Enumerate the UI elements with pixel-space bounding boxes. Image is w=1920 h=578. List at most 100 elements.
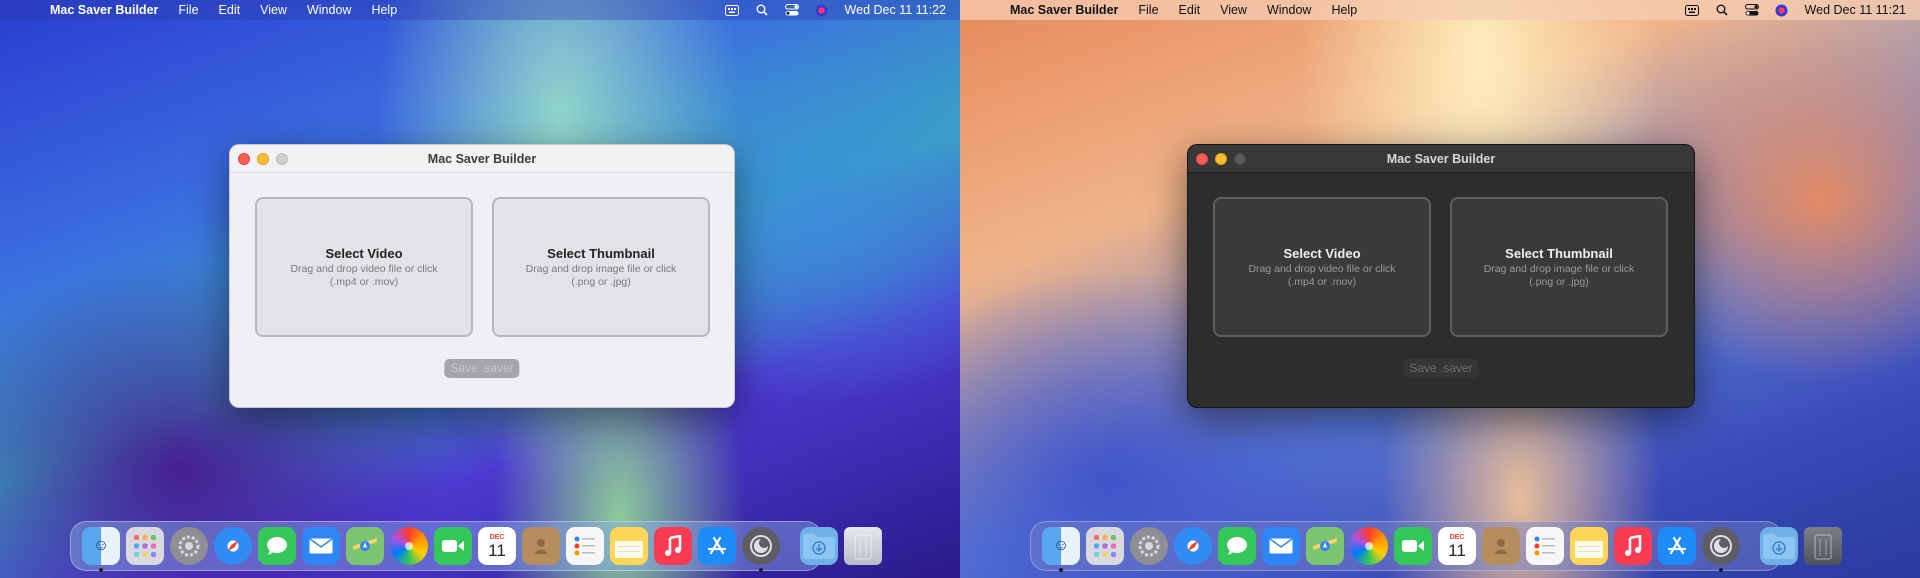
- dock: ☺ DEC 11: [1030, 521, 1842, 572]
- desktop-light: Mac Saver Builder File Edit View Window …: [0, 0, 960, 578]
- music-icon[interactable]: [654, 527, 692, 565]
- window-content: Select Video Drag and drop video file or…: [230, 173, 734, 407]
- menu-edit[interactable]: Edit: [219, 3, 241, 17]
- select-thumbnail-dropzone[interactable]: Select Thumbnail Drag and drop image fil…: [1450, 197, 1668, 337]
- siri-icon[interactable]: [1775, 4, 1789, 16]
- calendar-day: 11: [488, 540, 506, 560]
- photos-icon[interactable]: [390, 527, 428, 565]
- window-content: Select Video Drag and drop video file or…: [1188, 173, 1694, 407]
- menu-view[interactable]: View: [1220, 3, 1247, 17]
- calendar-icon[interactable]: DEC 11: [1438, 527, 1476, 565]
- keyboard-layout-icon[interactable]: [724, 4, 739, 16]
- window-title: Mac Saver Builder: [1386, 151, 1496, 166]
- messages-icon[interactable]: [258, 527, 296, 565]
- contacts-icon[interactable]: [1482, 527, 1520, 565]
- siri-icon[interactable]: [815, 4, 829, 16]
- downloads-folder-icon[interactable]: [800, 527, 838, 565]
- facetime-icon[interactable]: [1394, 527, 1432, 565]
- app-store-icon[interactable]: [698, 527, 736, 565]
- mac-saver-builder-icon[interactable]: [1702, 527, 1740, 572]
- dropzone-title: Select Thumbnail: [1505, 245, 1613, 261]
- search-icon[interactable]: [755, 4, 769, 16]
- select-video-dropzone[interactable]: Select Video Drag and drop video file or…: [1213, 197, 1431, 337]
- save-saver-button[interactable]: Save .saver: [1403, 359, 1479, 378]
- safari-icon[interactable]: [1174, 527, 1212, 565]
- minimize-button[interactable]: [257, 153, 269, 165]
- close-button[interactable]: [1196, 153, 1208, 165]
- running-indicator: [1059, 568, 1063, 572]
- search-icon[interactable]: [1715, 4, 1729, 16]
- app-window: Mac Saver Builder Select Video Drag and …: [229, 144, 735, 408]
- notes-icon[interactable]: [610, 527, 648, 565]
- window-title: Mac Saver Builder: [427, 151, 537, 166]
- dock: ☺ DEC 11: [70, 521, 882, 572]
- facetime-icon[interactable]: [434, 527, 472, 565]
- menu-bar: Mac Saver Builder File Edit View Window …: [960, 0, 1920, 20]
- dropzone-title: Select Video: [1283, 245, 1361, 261]
- calendar-icon[interactable]: DEC 11: [478, 527, 516, 565]
- window-titlebar[interactable]: Mac Saver Builder: [1188, 145, 1694, 173]
- music-icon[interactable]: [1614, 527, 1652, 565]
- mail-icon[interactable]: [1262, 527, 1300, 565]
- finder-icon[interactable]: ☺: [1042, 527, 1080, 572]
- mail-icon[interactable]: [302, 527, 340, 565]
- window-titlebar[interactable]: Mac Saver Builder: [230, 145, 734, 173]
- save-saver-button[interactable]: Save .saver: [444, 359, 520, 378]
- dropzone-formats: (.mp4 or .mov): [1287, 275, 1357, 288]
- keyboard-layout-icon[interactable]: [1684, 4, 1699, 16]
- running-indicator: [99, 568, 103, 572]
- system-settings-icon[interactable]: [170, 527, 208, 565]
- launchpad-icon[interactable]: [1086, 527, 1124, 565]
- running-indicator: [759, 568, 763, 572]
- reminders-icon[interactable]: [1526, 527, 1564, 565]
- control-center-icon[interactable]: [1744, 4, 1759, 16]
- running-indicator: [1719, 568, 1723, 572]
- menu-file[interactable]: File: [1138, 3, 1158, 17]
- control-center-icon[interactable]: [784, 4, 799, 16]
- menu-view[interactable]: View: [260, 3, 287, 17]
- contacts-icon[interactable]: [522, 527, 560, 565]
- menu-help[interactable]: Help: [1331, 3, 1357, 17]
- app-window: Mac Saver Builder Select Video Drag and …: [1187, 144, 1695, 408]
- menu-clock[interactable]: Wed Dec 11 11:21: [1805, 3, 1906, 17]
- menu-window[interactable]: Window: [1267, 3, 1311, 17]
- maps-icon[interactable]: [1306, 527, 1344, 565]
- downloads-folder-icon[interactable]: [1760, 527, 1798, 565]
- app-store-icon[interactable]: [1658, 527, 1696, 565]
- finder-icon[interactable]: ☺: [82, 527, 120, 572]
- system-settings-icon[interactable]: [1130, 527, 1168, 565]
- calendar-day: 11: [1448, 540, 1466, 560]
- menu-help[interactable]: Help: [371, 3, 397, 17]
- zoom-button[interactable]: [1234, 153, 1246, 165]
- maps-icon[interactable]: [346, 527, 384, 565]
- dropzone-hint: Drag and drop image file or click: [1483, 262, 1635, 275]
- mac-saver-builder-icon[interactable]: [742, 527, 780, 572]
- menu-file[interactable]: File: [178, 3, 198, 17]
- menu-edit[interactable]: Edit: [1179, 3, 1201, 17]
- trash-icon[interactable]: [844, 527, 882, 565]
- menu-clock[interactable]: Wed Dec 11 11:22: [845, 3, 946, 17]
- close-button[interactable]: [238, 153, 250, 165]
- dropzone-formats: (.png or .jpg): [571, 275, 631, 288]
- select-video-dropzone[interactable]: Select Video Drag and drop video file or…: [255, 197, 473, 337]
- trash-icon[interactable]: [1804, 527, 1842, 565]
- notes-icon[interactable]: [1570, 527, 1608, 565]
- menu-window[interactable]: Window: [307, 3, 351, 17]
- dropzone-hint: Drag and drop video file or click: [290, 262, 438, 275]
- safari-icon[interactable]: [214, 527, 252, 565]
- desktop-dark: Mac Saver Builder File Edit View Window …: [960, 0, 1920, 578]
- app-menu[interactable]: Mac Saver Builder: [50, 3, 158, 17]
- messages-icon[interactable]: [1218, 527, 1256, 565]
- dropzone-formats: (.mp4 or .mov): [329, 275, 399, 288]
- menu-bar: Mac Saver Builder File Edit View Window …: [0, 0, 960, 20]
- dropzone-formats: (.png or .jpg): [1529, 275, 1589, 288]
- select-thumbnail-dropzone[interactable]: Select Thumbnail Drag and drop image fil…: [492, 197, 710, 337]
- launchpad-icon[interactable]: [126, 527, 164, 565]
- zoom-button[interactable]: [276, 153, 288, 165]
- minimize-button[interactable]: [1215, 153, 1227, 165]
- dropzone-title: Select Video: [325, 245, 403, 261]
- app-menu[interactable]: Mac Saver Builder: [1010, 3, 1118, 17]
- dropzone-title: Select Thumbnail: [547, 245, 655, 261]
- photos-icon[interactable]: [1350, 527, 1388, 565]
- reminders-icon[interactable]: [566, 527, 604, 565]
